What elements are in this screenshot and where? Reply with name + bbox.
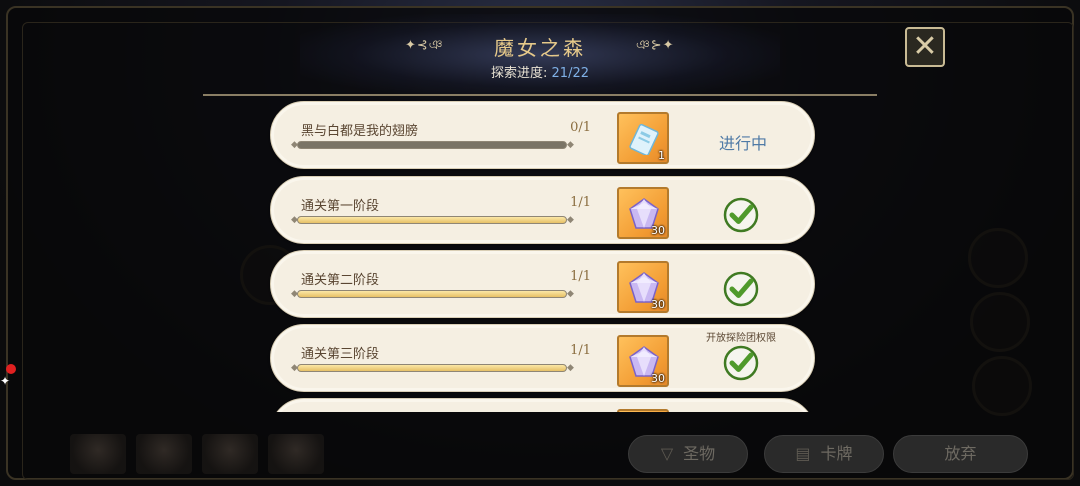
deco-left-icon: ✦⊰ঞ bbox=[405, 38, 444, 53]
bar-cap-right-icon: ◆ bbox=[567, 140, 574, 150]
bar-cap-right-icon: ◆ bbox=[567, 363, 574, 373]
task-row[interactable]: 黑与白都是我的翅膀 0/1 ◆ ◆ 1 进行中 bbox=[270, 101, 815, 169]
reward-item[interactable]: 30 bbox=[617, 335, 669, 387]
unlock-note: 开放探险团权限 bbox=[706, 333, 776, 344]
reward-quantity: 30 bbox=[651, 372, 665, 385]
check-icon bbox=[723, 197, 759, 233]
close-icon: ✕ bbox=[912, 29, 938, 64]
task-count: 1/1 bbox=[570, 269, 591, 284]
progress-bar-fill bbox=[298, 365, 566, 371]
reward-quantity: 30 bbox=[651, 298, 665, 311]
task-row[interactable] bbox=[270, 398, 815, 412]
close-button[interactable]: ✕ bbox=[905, 27, 945, 67]
relic-label: 圣物 bbox=[683, 444, 716, 463]
task-count: 1/1 bbox=[570, 343, 591, 358]
reward-item[interactable]: 1 bbox=[617, 112, 669, 164]
abandon-label: 放弃 bbox=[944, 444, 977, 463]
avatar bbox=[202, 434, 258, 474]
progress-value: 21/22 bbox=[551, 66, 589, 81]
task-status: 进行中 bbox=[718, 134, 767, 153]
reward-item[interactable] bbox=[617, 409, 669, 412]
exploration-progress: 探索进度: 21/22 bbox=[440, 62, 640, 81]
avatar bbox=[70, 434, 126, 474]
task-row[interactable]: 通关第三阶段 1/1 ◆ ◆ 30 开放探险团权限 bbox=[270, 324, 815, 392]
progress-label: 探索进度: bbox=[491, 66, 548, 81]
cards-icon: ▤ bbox=[795, 444, 811, 463]
deco-right-icon: ঞ⊱✦ bbox=[636, 38, 675, 53]
progress-bar-fill bbox=[298, 217, 566, 223]
page-title: 魔女之森 bbox=[494, 36, 586, 60]
task-count: 1/1 bbox=[570, 195, 591, 210]
progress-bar bbox=[297, 216, 567, 224]
progress-bar-fill bbox=[298, 291, 566, 297]
avatar bbox=[136, 434, 192, 474]
task-row[interactable]: 通关第二阶段 1/1 ◆ ◆ 30 bbox=[270, 250, 815, 318]
task-name: 通关第二阶段 bbox=[301, 273, 380, 288]
sparkle-icon: ✦ bbox=[0, 374, 11, 388]
progress-bar bbox=[297, 290, 567, 298]
ticket-icon bbox=[629, 123, 659, 155]
task-count: 0/1 bbox=[570, 120, 591, 135]
reward-quantity: 30 bbox=[651, 224, 665, 237]
header-divider bbox=[203, 94, 877, 96]
check-icon bbox=[723, 271, 759, 307]
reward-item[interactable]: 30 bbox=[617, 261, 669, 313]
check-icon bbox=[723, 345, 759, 381]
task-name: 通关第一阶段 bbox=[301, 199, 380, 214]
bar-cap-right-icon: ◆ bbox=[567, 289, 574, 299]
progress-bar bbox=[297, 141, 567, 149]
task-row[interactable]: 通关第一阶段 1/1 ◆ ◆ 30 bbox=[270, 176, 815, 244]
abandon-button[interactable]: 放弃 bbox=[893, 435, 1028, 473]
task-name: 通关第三阶段 bbox=[301, 347, 380, 362]
notification-dot bbox=[6, 364, 16, 374]
reward-quantity: 1 bbox=[658, 149, 665, 162]
progress-bar bbox=[297, 364, 567, 372]
avatar bbox=[268, 434, 324, 474]
card-label: 卡牌 bbox=[820, 444, 853, 463]
relic-button[interactable]: ▽ 圣物 bbox=[628, 435, 748, 473]
task-name: 黑与白都是我的翅膀 bbox=[301, 124, 419, 139]
card-button[interactable]: ▤ 卡牌 bbox=[764, 435, 884, 473]
chalice-icon: ▽ bbox=[660, 444, 674, 463]
bar-cap-right-icon: ◆ bbox=[567, 215, 574, 225]
task-list[interactable]: 黑与白都是我的翅膀 0/1 ◆ ◆ 1 进行中通关第一阶段 1/1 ◆ ◆ 30 通关第二阶段 1/1… bbox=[200, 97, 880, 412]
reward-item[interactable]: 30 bbox=[617, 187, 669, 239]
